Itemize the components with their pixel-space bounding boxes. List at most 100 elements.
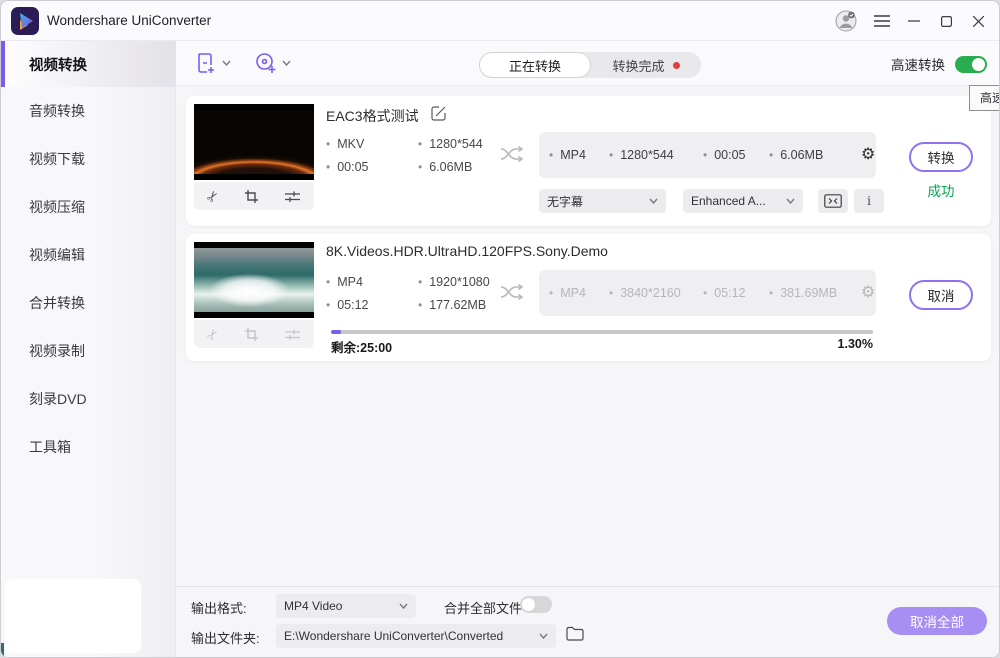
crop-icon xyxy=(244,327,259,342)
sidebar-item-screen-record[interactable]: 视频录制 xyxy=(1,327,175,375)
source-resolution: 1280*544 xyxy=(418,132,483,155)
gear-icon[interactable]: ⚙ xyxy=(857,147,879,163)
trim-icon: ✂ xyxy=(202,324,223,343)
collapse-icon xyxy=(824,194,842,208)
sidebar-item-label: 视频编辑 xyxy=(29,245,85,265)
progress-bar xyxy=(331,330,873,334)
output-settings-box: MP4 3840*2160 05:12 381.69MB ⚙ xyxy=(539,270,876,316)
toggle-knob xyxy=(522,598,535,611)
output-size: 381.69MB xyxy=(769,286,851,300)
titlebar: Wondershare UniConverter xyxy=(1,1,999,41)
sidebar-item-toolbox[interactable]: 工具箱 xyxy=(1,423,175,471)
source-size: 177.62MB xyxy=(418,293,490,316)
chevron-down-icon xyxy=(539,633,548,639)
subtitle-dropdown[interactable]: 无字幕 xyxy=(539,189,666,213)
output-format-value: MP4 Video xyxy=(284,599,342,613)
maximize-icon[interactable] xyxy=(933,9,959,33)
load-dvd-button[interactable] xyxy=(254,51,291,75)
output-folder-dropdown[interactable]: E:\Wondershare UniConverter\Converted xyxy=(276,624,556,648)
sidebar-item-video-convert[interactable]: 视频转换 xyxy=(1,41,175,87)
source-info: MP4 1920*1080 05:12 177.62MB xyxy=(326,270,490,316)
sidebar-item-label: 音频转换 xyxy=(29,101,85,121)
folder-icon xyxy=(566,626,584,641)
merge-all-toggle[interactable] xyxy=(520,596,552,613)
subtitle-value: 无字幕 xyxy=(547,193,583,210)
source-duration: 05:12 xyxy=(326,293,418,316)
source-duration: 00:05 xyxy=(326,155,418,178)
source-info: MKV 1280*544 00:05 6.06MB xyxy=(326,132,483,178)
progress-fill xyxy=(331,330,341,334)
output-settings-box: MP4 1280*544 00:05 6.06MB ⚙ xyxy=(539,132,876,178)
effect-sliders-icon xyxy=(284,328,301,341)
convert-button[interactable]: 转换 xyxy=(909,142,973,172)
chevron-down-icon xyxy=(222,60,231,66)
sidebar-item-label: 视频下载 xyxy=(29,149,85,169)
task-row: ✂ 8K.Videos.HDR.UltraHD.120FPS.Sony.Demo… xyxy=(186,234,991,361)
output-resolution: 3840*2160 xyxy=(609,286,703,300)
info-button[interactable]: i xyxy=(854,189,884,213)
footer-bar: 输出格式: MP4 Video 合并全部文件 输出文件夹: E:\Wonders… xyxy=(176,586,999,657)
output-format: MP4 xyxy=(549,148,609,162)
app-window: Wondershare UniConverter 视频转换 xyxy=(0,0,1000,658)
status-success: 成功 xyxy=(909,180,973,200)
output-folder-label: 输出文件夹: xyxy=(191,628,260,647)
fast-convert-control: 高速转换 xyxy=(891,54,987,74)
sidebar-item-video-compress[interactable]: 视频压缩 xyxy=(1,183,175,231)
trim-icon[interactable]: ✂ xyxy=(202,186,223,205)
merge-all-label: 合并全部文件 xyxy=(444,598,522,617)
output-resolution: 1280*544 xyxy=(609,148,703,162)
sidebar-banner xyxy=(5,579,141,653)
sidebar-item-label: 刻录DVD xyxy=(29,389,87,409)
task-title: 8K.Videos.HDR.UltraHD.120FPS.Sony.Demo xyxy=(326,243,608,259)
account-avatar-icon[interactable] xyxy=(833,9,859,33)
output-duration: 00:05 xyxy=(703,148,769,162)
chevron-down-icon xyxy=(649,198,658,204)
video-thumbnail xyxy=(194,104,314,180)
close-icon[interactable] xyxy=(965,9,991,33)
minimize-icon[interactable] xyxy=(901,9,927,33)
toggle-knob xyxy=(972,58,985,71)
sidebar-item-video-download[interactable]: 视频下载 xyxy=(1,135,175,183)
output-format-dropdown[interactable]: MP4 Video xyxy=(276,594,416,618)
task-row: ✂ EAC3格式测试 MKV 1280*544 0 xyxy=(186,96,991,226)
audio-track-dropdown[interactable]: Enhanced A... xyxy=(683,189,803,213)
task-title: EAC3格式测试 xyxy=(326,106,419,126)
app-logo-icon xyxy=(11,7,39,35)
sidebar-item-label: 视频录制 xyxy=(29,341,85,361)
tab-converting[interactable]: 正在转换 xyxy=(479,52,591,78)
effect-sliders-icon[interactable] xyxy=(284,190,301,203)
convert-to-icon xyxy=(499,144,525,169)
fast-convert-label: 高速转换 xyxy=(891,54,945,74)
progress-percent: 1.30% xyxy=(331,337,873,351)
tab-finished[interactable]: 转换完成 xyxy=(591,52,701,78)
fast-convert-toggle[interactable] xyxy=(955,56,987,73)
source-size: 6.06MB xyxy=(418,155,483,178)
chevron-down-icon xyxy=(282,60,291,66)
open-folder-button[interactable] xyxy=(566,626,584,646)
crop-icon[interactable] xyxy=(244,189,259,204)
menu-icon[interactable] xyxy=(869,9,895,33)
sidebar-item-label: 合并转换 xyxy=(29,293,85,313)
tab-label: 转换完成 xyxy=(612,56,664,75)
add-file-icon xyxy=(194,51,218,75)
sidebar-item-label: 视频压缩 xyxy=(29,197,85,217)
convert-tabs: 正在转换 转换完成 xyxy=(479,52,701,78)
chevron-down-icon xyxy=(399,603,408,609)
video-thumbnail xyxy=(194,242,314,318)
corner-accent xyxy=(1,643,4,658)
sidebar-item-video-edit[interactable]: 视频编辑 xyxy=(1,231,175,279)
subtitle-position-button[interactable] xyxy=(818,189,848,213)
output-format: MP4 xyxy=(549,286,609,300)
output-duration: 05:12 xyxy=(703,286,769,300)
cancel-all-button[interactable]: 取消全部 xyxy=(887,607,987,635)
source-format: MP4 xyxy=(326,270,418,293)
sidebar-item-merge-convert[interactable]: 合并转换 xyxy=(1,279,175,327)
rename-icon[interactable] xyxy=(431,105,447,126)
output-size: 6.06MB xyxy=(769,148,851,162)
sidebar-item-burn-dvd[interactable]: 刻录DVD xyxy=(1,375,175,423)
content-header: 正在转换 转换完成 高速转换 xyxy=(176,41,999,86)
cancel-button[interactable]: 取消 xyxy=(909,280,973,310)
sidebar-item-audio-convert[interactable]: 音频转换 xyxy=(1,87,175,135)
add-files-button[interactable] xyxy=(194,51,231,75)
notification-dot xyxy=(673,62,680,69)
